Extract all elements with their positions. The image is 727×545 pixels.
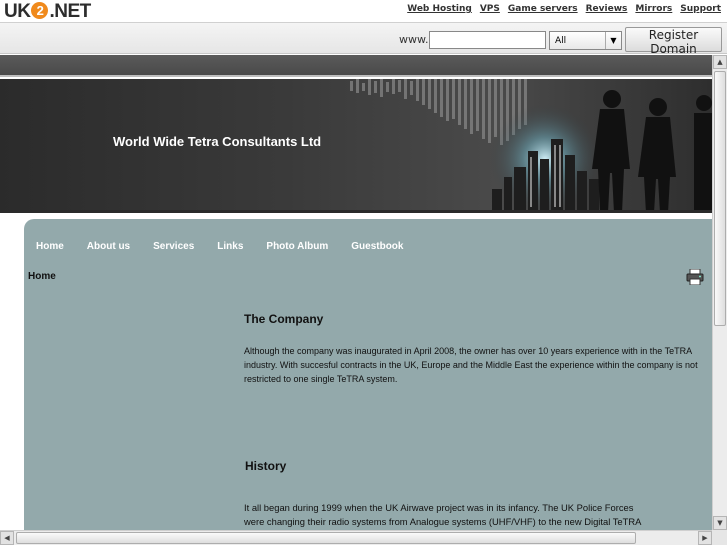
link-game-servers[interactable]: Game servers	[508, 4, 578, 14]
scroll-down-icon[interactable]: ▼	[713, 516, 727, 530]
printer-icon[interactable]	[686, 269, 704, 285]
www-prefix: www.	[399, 33, 429, 46]
company-heading: The Company	[244, 312, 324, 326]
history-line-2: were changing their radio systems from A…	[244, 516, 642, 527]
page-viewport: World Wide Tetra Consultants Ltd Home Ab…	[0, 55, 712, 530]
link-reviews[interactable]: Reviews	[586, 4, 628, 14]
scroll-right-icon[interactable]: ▶	[698, 531, 712, 545]
uk2-logo[interactable]: UK 2 .NET	[4, 1, 91, 23]
horizontal-scrollbar[interactable]: ◀ ▶	[0, 530, 712, 545]
vertical-scroll-thumb[interactable]	[714, 71, 726, 326]
logo-text-uk: UK	[4, 1, 31, 22]
history-line-1: It all began during 1999 when the UK Air…	[244, 502, 634, 513]
link-web-hosting[interactable]: Web Hosting	[407, 4, 472, 14]
nav-photo-album[interactable]: Photo Album	[266, 241, 328, 252]
nav-about-us[interactable]: About us	[87, 241, 130, 252]
history-text: It all began during 1999 when the UK Air…	[244, 501, 712, 529]
nav-services[interactable]: Services	[153, 241, 194, 252]
company-text: Although the company was inaugurated in …	[244, 346, 698, 384]
link-mirrors[interactable]: Mirrors	[635, 4, 672, 14]
chevron-down-icon[interactable]: ▼	[605, 32, 621, 49]
site-title: World Wide Tetra Consultants Ltd	[113, 134, 322, 149]
nav-guestbook[interactable]: Guestbook	[351, 241, 403, 252]
link-vps[interactable]: VPS	[480, 4, 500, 14]
link-support[interactable]: Support	[680, 4, 721, 14]
nav-links[interactable]: Links	[217, 241, 243, 252]
scroll-up-icon[interactable]: ▲	[713, 55, 727, 69]
tld-selected-value: All	[555, 36, 567, 46]
host-links: Web Hosting VPS Game servers Reviews Mir…	[407, 4, 721, 14]
logo-text-net: .NET	[49, 1, 91, 22]
site-nav: Home About us Services Links Photo Album…	[36, 241, 426, 252]
nav-home[interactable]: Home	[36, 241, 64, 252]
host-header: UK 2 .NET Web Hosting VPS Game servers Rev…	[0, 0, 727, 22]
domain-search-bar: www. All ▼ Register Domain	[0, 22, 727, 56]
register-domain-button[interactable]: Register Domain	[625, 27, 722, 56]
scrollbar-corner	[712, 530, 727, 545]
tld-select[interactable]: All ▼	[549, 31, 622, 50]
history-heading: History	[245, 459, 287, 473]
scroll-left-icon[interactable]: ◀	[0, 531, 14, 545]
site-top-strip	[0, 55, 712, 77]
logo-text-2: 2	[31, 2, 49, 19]
vertical-scrollbar[interactable]: ▲ ▼	[712, 55, 727, 530]
site-banner: World Wide Tetra Consultants Ltd	[0, 79, 712, 213]
breadcrumb: Home	[28, 271, 56, 282]
domain-input[interactable]	[429, 31, 546, 49]
content-panel: Home About us Services Links Photo Album…	[24, 219, 712, 530]
banner-graphic	[0, 79, 712, 213]
horizontal-scroll-thumb[interactable]	[16, 532, 636, 544]
